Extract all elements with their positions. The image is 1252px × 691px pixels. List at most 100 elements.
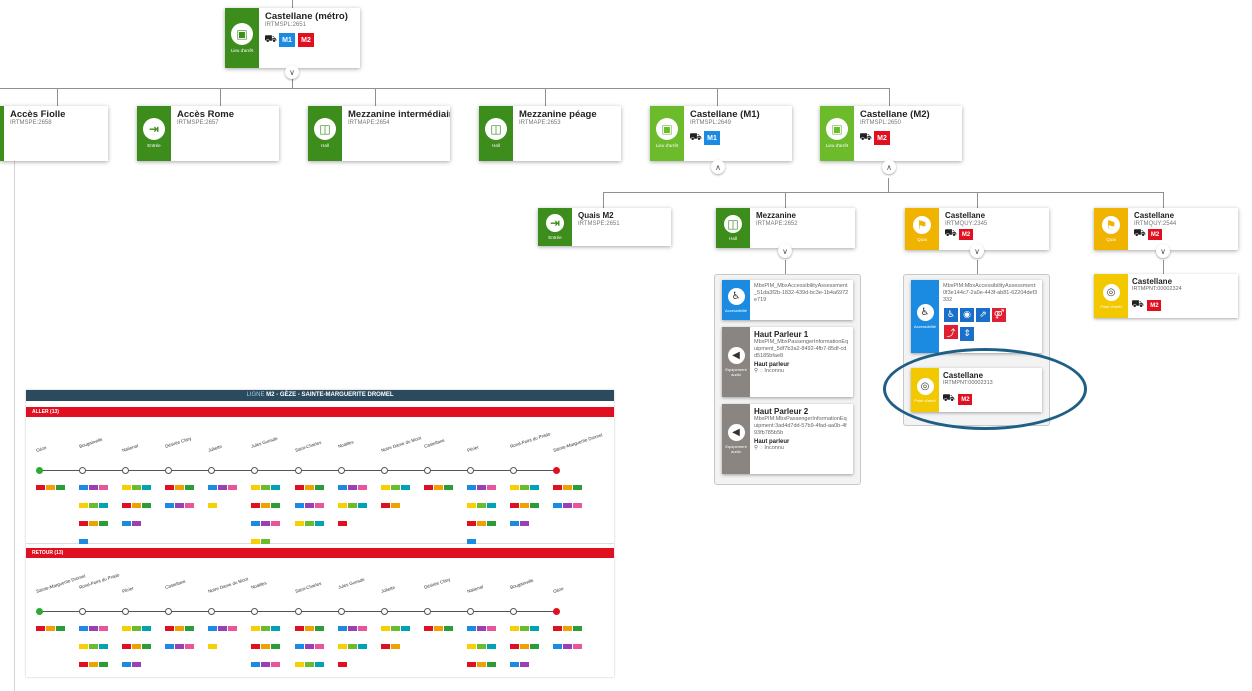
node-type-entrance	[0, 106, 4, 161]
stop-dot[interactable]	[79, 608, 87, 615]
collapse-chevron-icon[interactable]: ∨	[285, 65, 299, 79]
node-mezzanine[interactable]: ◫ Hall Mezzanine IRTMAPE:2652	[716, 208, 855, 248]
collapse-chevron-icon[interactable]: ∨	[778, 244, 792, 258]
collapse-chevron-icon[interactable]: ∨	[970, 244, 984, 258]
connection-badge	[314, 521, 324, 526]
connection-badge	[400, 626, 410, 631]
stop-dot[interactable]	[165, 608, 173, 615]
retour-bar: RETOUR (13)	[26, 548, 614, 558]
line-badge-m2: M2	[1147, 300, 1162, 312]
connections-block	[79, 478, 113, 550]
stop-dot[interactable]	[36, 608, 43, 615]
connection-badge	[347, 626, 357, 631]
node-mezzanine-intermediaire[interactable]: ◫ Hall Mezzanine intermédiaire IRTMAPE:2…	[308, 106, 450, 161]
connections-block	[36, 619, 70, 637]
connections-block	[165, 619, 199, 655]
line-sheet-header: LIGNE M2 - GÈZE - SAINTE-MARGUERITE DROM…	[26, 390, 614, 401]
node-title: Mezzanine	[756, 211, 797, 220]
node-type-accessibility: ♿ Accessibilité	[722, 280, 750, 320]
connection-badge	[337, 503, 347, 508]
stop-dot[interactable]	[294, 608, 302, 615]
expand-chevron-icon[interactable]: ∧	[882, 160, 896, 174]
stop-dot[interactable]	[122, 608, 130, 615]
stop-dot[interactable]	[79, 467, 87, 474]
accessibility-assessment-card[interactable]: ♿ Accessibilité MbxPIM:MbxAccessibilityA…	[911, 280, 1042, 353]
node-type-accessibility: ♿ Accessibilité	[911, 280, 939, 353]
connection-badge	[337, 662, 347, 667]
connection-badge	[175, 503, 185, 508]
connection-badge	[390, 485, 400, 490]
stop-dot[interactable]	[553, 467, 560, 474]
stop-dot[interactable]	[294, 467, 302, 474]
stop-dot[interactable]	[122, 467, 130, 474]
connection-badge	[185, 644, 195, 649]
collapse-chevron-icon[interactable]: ∨	[1156, 244, 1170, 258]
toilets-icon: ⚤	[992, 307, 1006, 322]
stop-point-castellane-2-card[interactable]: ◎ Point d'arrêt Castellane IRTMPNT:00002…	[1094, 274, 1238, 318]
stop-dot[interactable]	[208, 467, 216, 474]
connection-badge	[89, 521, 99, 526]
connection-badge	[271, 626, 281, 631]
haut-parleur-1-card[interactable]: ◀ Equipement audio Haut Parleur 1 MbxPIM…	[722, 327, 853, 397]
building-icon: ▣	[231, 22, 253, 45]
stop-dot[interactable]	[208, 608, 216, 615]
connections-block	[79, 619, 113, 677]
stop-dot[interactable]	[251, 467, 259, 474]
connection-badge	[89, 503, 99, 508]
node-code: IRTMSPL:2650	[860, 120, 901, 127]
haut-parleur-2-card[interactable]: ◀ Equipement audio Haut Parleur 2 MbxPIM…	[722, 404, 853, 474]
node-castellane-m1[interactable]: ▣ Lieu d'arrêt Castellane (M1) IRTMSPL:2…	[650, 106, 792, 161]
node-type-quay: ⚑ Quai	[905, 208, 939, 250]
connection-badge	[304, 662, 314, 667]
node-title: Castellane (M1)	[690, 109, 760, 120]
connection-badge	[433, 626, 443, 631]
connection-badge	[175, 644, 185, 649]
stop-dot[interactable]	[337, 467, 345, 474]
accessibility-assessment-card[interactable]: ♿ Accessibilité MbxPIM_MbxAccessibilityA…	[722, 280, 853, 320]
line-badge-m2: M2	[1148, 229, 1162, 241]
stop-dot[interactable]	[423, 467, 431, 474]
connection-badge	[261, 521, 271, 526]
connection-badge	[529, 644, 539, 649]
stop-name: Périer	[466, 444, 480, 453]
stairs-icon: ⤴	[944, 325, 958, 340]
node-title: Accès Rome	[177, 109, 235, 120]
node-acces-rome[interactable]: ⇥ Entrée Accès Rome IRTMSPE:2657	[137, 106, 279, 161]
connection-badge	[218, 626, 228, 631]
connection-badge	[261, 503, 271, 508]
stop-dot[interactable]	[466, 608, 474, 615]
stop-name: Castellane	[423, 437, 445, 449]
connection-badge	[314, 662, 324, 667]
expand-chevron-icon[interactable]: ∧	[711, 160, 725, 174]
stop-dot[interactable]	[251, 608, 259, 615]
escalator-icon: ⇗	[976, 307, 990, 322]
connection-badge	[553, 485, 562, 490]
stop-dot[interactable]	[553, 608, 560, 615]
connection-badge	[251, 644, 261, 649]
equipment-title: Haut Parleur 2	[754, 407, 809, 416]
stop-name: Saint-Charles	[293, 580, 322, 594]
stop-dot[interactable]	[509, 608, 517, 615]
node-castellane-metro[interactable]: ▣ Lieu d'arrêt Castellane (métro) IRTMSP…	[225, 8, 360, 68]
stop-dot[interactable]	[337, 608, 345, 615]
stop-dot[interactable]	[165, 467, 173, 474]
node-castellane-m2[interactable]: ▣ Lieu d'arrêt Castellane (M2) IRTMSPL:2…	[820, 106, 962, 161]
node-quais-m2[interactable]: ⇥ Entrée Quais M2 IRTMSPE:2651	[538, 208, 671, 246]
connection-badge	[271, 644, 281, 649]
connection-badge	[132, 521, 142, 526]
stop-dot[interactable]	[466, 467, 474, 474]
connections-block	[36, 478, 70, 496]
stop-dot[interactable]	[423, 608, 431, 615]
node-acces-fiolle[interactable]: Accès Fiolle IRTMSPE:2658	[0, 106, 108, 161]
stop-dot[interactable]	[509, 467, 517, 474]
stop-dot[interactable]	[380, 608, 388, 615]
stop-dot[interactable]	[36, 467, 43, 474]
connection-badge	[185, 626, 195, 631]
connection-badge	[476, 503, 486, 508]
hall-icon: ◫	[485, 118, 507, 141]
node-mezzanine-peage[interactable]: ◫ Hall Mezzanine péage IRTMAPE:2653	[479, 106, 621, 161]
connection-badge	[132, 662, 142, 667]
equipment-id: MbxPIM:MbxPassengerInformationEquipment:…	[754, 416, 847, 436]
stop-name: Rond-Point du Prado	[509, 431, 551, 449]
stop-dot[interactable]	[380, 467, 388, 474]
